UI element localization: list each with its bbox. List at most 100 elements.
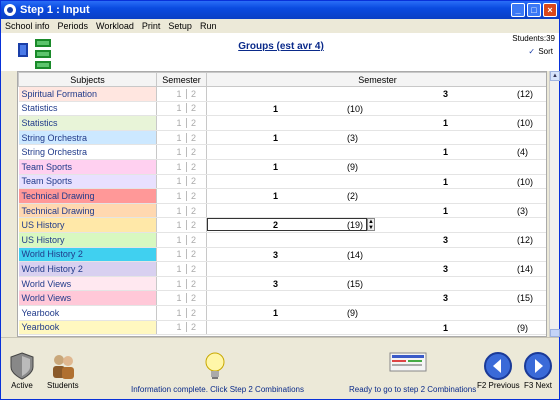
subject-cell[interactable]: Yearbook [18, 320, 157, 336]
column-header-semester[interactable]: Semester [206, 72, 546, 87]
sort-checkbox[interactable]: ✓ Sort [528, 47, 553, 56]
subject-cell[interactable]: World Views [18, 290, 157, 306]
semester-2-option[interactable]: 2 [186, 293, 200, 304]
table-row[interactable]: World History 2 1 2 3 (14) [18, 247, 546, 263]
subject-cell[interactable]: String Orchestra [18, 130, 157, 146]
subject-cell[interactable]: Team Sports [18, 159, 157, 175]
semester-1-option[interactable]: 1 [172, 191, 186, 201]
semester-edit-field[interactable] [207, 218, 367, 232]
semester-cell[interactable]: 1 (10) [206, 101, 546, 117]
column-header-semester-small[interactable]: Semester [156, 72, 207, 87]
semester-1-option[interactable]: 1 [172, 118, 186, 128]
semester-2-option[interactable]: 2 [186, 176, 200, 187]
semester-1-option[interactable]: 1 [172, 293, 186, 303]
groups-title[interactable]: Groups (est avr 4) [201, 41, 361, 52]
subject-cell[interactable]: Yearbook [18, 305, 157, 321]
semester-cell[interactable]: 1 (9) [206, 159, 546, 175]
semester-toggle-cell[interactable]: 12 [156, 144, 207, 160]
semester-2-option[interactable]: 2 [186, 147, 200, 158]
semester-cell[interactable]: 1 (3) [206, 203, 546, 219]
scroll-up-arrow[interactable]: ▲ [550, 71, 560, 81]
active-button[interactable]: Active [7, 351, 37, 390]
semester-toggle-cell[interactable]: 12 [156, 320, 207, 336]
table-row[interactable]: Statistics 1 2 1 (10) [18, 115, 546, 131]
table-row[interactable]: Technical Drawing 1 2 1 (2) [18, 188, 546, 204]
table-row[interactable]: World History 2 1 2 3 (14) [18, 261, 546, 277]
close-button[interactable]: × [543, 3, 557, 17]
semester-toggle-cell[interactable]: 12 [156, 247, 207, 263]
semester-1-option[interactable]: 1 [172, 308, 186, 318]
subject-cell[interactable]: Statistics [18, 101, 157, 117]
semester-1-option[interactable]: 1 [172, 235, 186, 245]
semester-1-option[interactable]: 1 [172, 322, 186, 332]
semester-2-option[interactable]: 2 [186, 234, 200, 245]
semester-2-option[interactable]: 2 [186, 307, 200, 318]
semester-2-option[interactable]: 2 [186, 322, 200, 333]
semester-1-option[interactable]: 1 [172, 147, 186, 157]
table-row[interactable]: String Orchestra 1 2 1 (3) [18, 130, 546, 146]
minimize-button[interactable]: _ [511, 3, 525, 17]
semester-1-option[interactable]: 1 [172, 279, 186, 289]
semester-2-option[interactable]: 2 [186, 278, 200, 289]
semester-cell[interactable]: 1 (10) [206, 174, 546, 190]
students-button[interactable]: Students [47, 351, 79, 390]
semester-cell[interactable]: 3 (15) [206, 290, 546, 306]
subject-cell[interactable]: Team Sports [18, 174, 157, 190]
subject-cell[interactable]: Technical Drawing [18, 188, 157, 204]
semester-cell[interactable]: 1 (9) [206, 305, 546, 321]
table-row[interactable]: World Views 1 2 3 (15) [18, 276, 546, 292]
table-row[interactable]: Team Sports 1 2 1 (9) [18, 159, 546, 175]
vertical-scrollbar[interactable]: ▲ [549, 71, 560, 337]
semester-toggle-cell[interactable]: 12 [156, 276, 207, 292]
spin-button[interactable]: ▲ ▼ [367, 218, 375, 232]
subject-cell[interactable]: World Views [18, 276, 157, 292]
menu-periods[interactable]: Periods [58, 21, 89, 31]
maximize-button[interactable]: □ [527, 3, 541, 17]
table-row[interactable]: Team Sports 1 2 1 (10) [18, 174, 546, 190]
semester-2-option[interactable]: 2 [186, 249, 200, 260]
semester-cell[interactable]: 3 (14) [206, 261, 546, 277]
menu-workload[interactable]: Workload [96, 21, 134, 31]
semester-toggle-cell[interactable]: 12 [156, 261, 207, 277]
semester-toggle-cell[interactable]: 12 [156, 115, 207, 131]
semester-2-option[interactable]: 2 [186, 88, 200, 99]
semester-cell[interactable]: 3 (15) [206, 276, 546, 292]
semester-1-option[interactable]: 1 [172, 162, 186, 172]
table-row[interactable]: US History 1 2 ▲ ▼ 2 (19) [18, 217, 546, 233]
semester-toggle-cell[interactable]: 12 [156, 290, 207, 306]
spin-down-arrow[interactable]: ▼ [368, 225, 374, 231]
combinations-icon[interactable] [389, 351, 429, 375]
semester-cell[interactable]: 3 (14) [206, 247, 546, 263]
subject-cell[interactable]: World History 2 [18, 261, 157, 277]
table-row[interactable]: Yearbook 1 2 1 (9) [18, 320, 546, 336]
semester-cell[interactable]: 1 (4) [206, 144, 546, 160]
semester-2-option[interactable]: 2 [186, 117, 200, 128]
table-row[interactable]: World Views 1 2 3 (15) [18, 290, 546, 306]
semester-1-option[interactable]: 1 [172, 176, 186, 186]
semester-toggle-cell[interactable]: 12 [156, 217, 207, 233]
semester-cell[interactable]: ▲ ▼ 2 (19) [206, 217, 546, 233]
semester-cell[interactable]: 3 (12) [206, 86, 546, 102]
table-row[interactable]: Yearbook 1 2 1 (9) [18, 305, 546, 321]
semester-2-option[interactable]: 2 [186, 190, 200, 201]
semester-cell[interactable]: 3 (12) [206, 232, 546, 248]
semester-1-option[interactable]: 1 [172, 249, 186, 259]
subject-cell[interactable]: US History [18, 217, 157, 233]
semester-toggle-cell[interactable]: 12 [156, 86, 207, 102]
semester-2-option[interactable]: 2 [186, 263, 200, 274]
semester-cell[interactable]: 1 (2) [206, 188, 546, 204]
table-row[interactable]: US History 1 2 3 (12) [18, 232, 546, 248]
semester-toggle-cell[interactable]: 12 [156, 101, 207, 117]
next-button[interactable]: F3 Next [523, 351, 553, 390]
semester-toggle-cell[interactable]: 12 [156, 130, 207, 146]
subject-cell[interactable]: Statistics [18, 115, 157, 131]
scroll-thumb[interactable] [550, 329, 560, 337]
subject-cell[interactable]: Spiritual Formation [18, 86, 157, 102]
semester-cell[interactable]: 1 (9) [206, 320, 546, 336]
semester-2-option[interactable]: 2 [186, 132, 200, 143]
semester-cell[interactable]: 1 (10) [206, 115, 546, 131]
menu-setup[interactable]: Setup [168, 21, 192, 31]
semester-1-option[interactable]: 1 [172, 89, 186, 99]
previous-button[interactable]: F2 Previous [477, 351, 520, 390]
semester-cell[interactable]: 1 (3) [206, 130, 546, 146]
